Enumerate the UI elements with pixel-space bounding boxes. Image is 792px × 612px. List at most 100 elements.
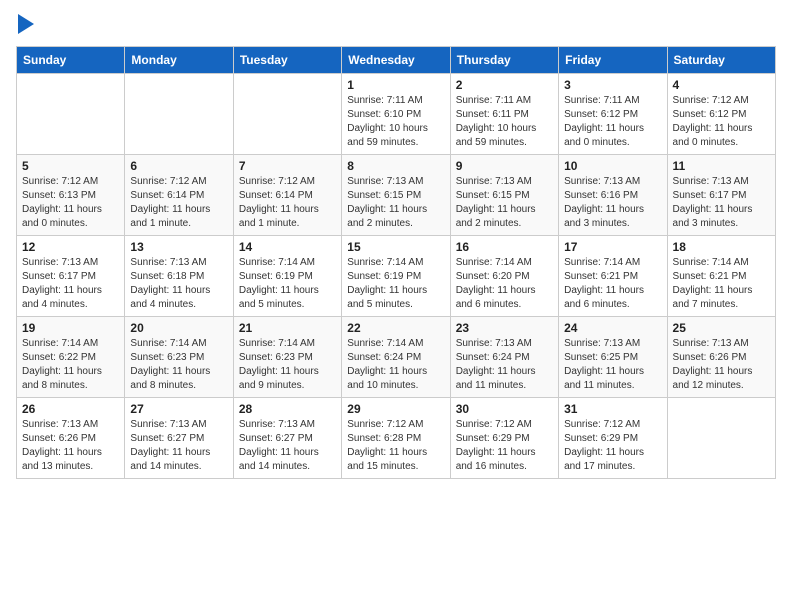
- day-number: 6: [130, 159, 227, 173]
- calendar-day-18: 18 Sunrise: 7:14 AMSunset: 6:21 PMDayligh…: [667, 236, 775, 317]
- calendar-day-21: 21 Sunrise: 7:14 AMSunset: 6:23 PMDayligh…: [233, 317, 341, 398]
- calendar-day-11: 11 Sunrise: 7:13 AMSunset: 6:17 PMDayligh…: [667, 155, 775, 236]
- day-info: Sunrise: 7:13 AMSunset: 6:17 PMDaylight:…: [673, 175, 770, 231]
- day-header-tuesday: Tuesday: [233, 47, 341, 74]
- day-number: 25: [673, 321, 770, 335]
- day-number: 8: [347, 159, 444, 173]
- day-info: Sunrise: 7:13 AMSunset: 6:24 PMDaylight:…: [456, 337, 553, 393]
- day-number: 22: [347, 321, 444, 335]
- day-info: Sunrise: 7:12 AMSunset: 6:29 PMDaylight:…: [564, 418, 661, 474]
- day-info: Sunrise: 7:12 AMSunset: 6:12 PMDaylight:…: [673, 94, 770, 150]
- day-info: Sunrise: 7:13 AMSunset: 6:18 PMDaylight:…: [130, 256, 227, 312]
- day-header-wednesday: Wednesday: [342, 47, 450, 74]
- calendar-day-8: 8 Sunrise: 7:13 AMSunset: 6:15 PMDaylight…: [342, 155, 450, 236]
- day-number: 9: [456, 159, 553, 173]
- day-info: Sunrise: 7:13 AMSunset: 6:15 PMDaylight:…: [456, 175, 553, 231]
- day-info: Sunrise: 7:12 AMSunset: 6:13 PMDaylight:…: [22, 175, 119, 231]
- day-info: Sunrise: 7:14 AMSunset: 6:23 PMDaylight:…: [130, 337, 227, 393]
- calendar-week-row: 1Sunrise: 7:11 AMSunset: 6:10 PMDaylight…: [17, 74, 776, 155]
- calendar-day-24: 24 Sunrise: 7:13 AMSunset: 6:25 PMDayligh…: [559, 317, 667, 398]
- calendar-day-22: 22Sunrise: 7:14 AMSunset: 6:24 PMDayligh…: [342, 317, 450, 398]
- day-number: 7: [239, 159, 336, 173]
- calendar-day-9: 9 Sunrise: 7:13 AMSunset: 6:15 PMDaylight…: [450, 155, 558, 236]
- day-info: Sunrise: 7:13 AMSunset: 6:16 PMDaylight:…: [564, 175, 661, 231]
- empty-cell: [17, 74, 125, 155]
- calendar-day-20: 20Sunrise: 7:14 AMSunset: 6:23 PMDayligh…: [125, 317, 233, 398]
- calendar-day-5: 5 Sunrise: 7:12 AMSunset: 6:13 PMDaylight…: [17, 155, 125, 236]
- day-info: Sunrise: 7:14 AMSunset: 6:19 PMDaylight:…: [239, 256, 336, 312]
- calendar-day-26: 26Sunrise: 7:13 AMSunset: 6:26 PMDayligh…: [17, 398, 125, 479]
- calendar-day-13: 13 Sunrise: 7:13 AMSunset: 6:18 PMDayligh…: [125, 236, 233, 317]
- empty-cell: [667, 398, 775, 479]
- calendar-day-17: 17 Sunrise: 7:14 AMSunset: 6:21 PMDayligh…: [559, 236, 667, 317]
- logo: [16, 16, 34, 34]
- day-info: Sunrise: 7:13 AMSunset: 6:27 PMDaylight:…: [239, 418, 336, 474]
- day-info: Sunrise: 7:11 AMSunset: 6:11 PMDaylight:…: [456, 94, 553, 150]
- day-number: 17: [564, 240, 661, 254]
- day-number: 11: [673, 159, 770, 173]
- day-number: 14: [239, 240, 336, 254]
- empty-cell: [233, 74, 341, 155]
- day-number: 3: [564, 78, 661, 92]
- empty-cell: [125, 74, 233, 155]
- day-number: 24: [564, 321, 661, 335]
- day-header-friday: Friday: [559, 47, 667, 74]
- calendar-day-23: 23Sunrise: 7:13 AMSunset: 6:24 PMDayligh…: [450, 317, 558, 398]
- day-number: 30: [456, 402, 553, 416]
- calendar-day-6: 6 Sunrise: 7:12 AMSunset: 6:14 PMDaylight…: [125, 155, 233, 236]
- calendar-week-row: 19 Sunrise: 7:14 AMSunset: 6:22 PMDayligh…: [17, 317, 776, 398]
- day-info: Sunrise: 7:14 AMSunset: 6:23 PMDaylight:…: [239, 337, 336, 393]
- calendar-day-10: 10Sunrise: 7:13 AMSunset: 6:16 PMDayligh…: [559, 155, 667, 236]
- calendar-week-row: 5 Sunrise: 7:12 AMSunset: 6:13 PMDaylight…: [17, 155, 776, 236]
- calendar-day-15: 15 Sunrise: 7:14 AMSunset: 6:19 PMDayligh…: [342, 236, 450, 317]
- day-number: 21: [239, 321, 336, 335]
- day-number: 2: [456, 78, 553, 92]
- day-info: Sunrise: 7:14 AMSunset: 6:22 PMDaylight:…: [22, 337, 119, 393]
- day-header-thursday: Thursday: [450, 47, 558, 74]
- day-header-saturday: Saturday: [667, 47, 775, 74]
- calendar-day-28: 28 Sunrise: 7:13 AMSunset: 6:27 PMDayligh…: [233, 398, 341, 479]
- calendar-day-1: 1Sunrise: 7:11 AMSunset: 6:10 PMDaylight…: [342, 74, 450, 155]
- calendar-day-16: 16 Sunrise: 7:14 AMSunset: 6:20 PMDayligh…: [450, 236, 558, 317]
- day-info: Sunrise: 7:13 AMSunset: 6:17 PMDaylight:…: [22, 256, 119, 312]
- calendar-table: SundayMondayTuesdayWednesdayThursdayFrid…: [16, 46, 776, 479]
- calendar-week-row: 12Sunrise: 7:13 AMSunset: 6:17 PMDayligh…: [17, 236, 776, 317]
- calendar-day-19: 19 Sunrise: 7:14 AMSunset: 6:22 PMDayligh…: [17, 317, 125, 398]
- calendar-day-2: 2 Sunrise: 7:11 AMSunset: 6:11 PMDaylight…: [450, 74, 558, 155]
- day-number: 31: [564, 402, 661, 416]
- day-info: Sunrise: 7:14 AMSunset: 6:21 PMDaylight:…: [564, 256, 661, 312]
- calendar-day-4: 4Sunrise: 7:12 AMSunset: 6:12 PMDaylight…: [667, 74, 775, 155]
- day-info: Sunrise: 7:14 AMSunset: 6:20 PMDaylight:…: [456, 256, 553, 312]
- calendar-day-7: 7 Sunrise: 7:12 AMSunset: 6:14 PMDaylight…: [233, 155, 341, 236]
- day-number: 18: [673, 240, 770, 254]
- day-info: Sunrise: 7:13 AMSunset: 6:15 PMDaylight:…: [347, 175, 444, 231]
- calendar-week-row: 26Sunrise: 7:13 AMSunset: 6:26 PMDayligh…: [17, 398, 776, 479]
- day-number: 27: [130, 402, 227, 416]
- calendar-day-27: 27 Sunrise: 7:13 AMSunset: 6:27 PMDayligh…: [125, 398, 233, 479]
- day-number: 29: [347, 402, 444, 416]
- logo-arrow-icon: [18, 14, 34, 34]
- day-number: 13: [130, 240, 227, 254]
- day-info: Sunrise: 7:12 AMSunset: 6:28 PMDaylight:…: [347, 418, 444, 474]
- day-number: 15: [347, 240, 444, 254]
- day-info: Sunrise: 7:11 AMSunset: 6:12 PMDaylight:…: [564, 94, 661, 150]
- day-info: Sunrise: 7:12 AMSunset: 6:14 PMDaylight:…: [239, 175, 336, 231]
- day-info: Sunrise: 7:14 AMSunset: 6:21 PMDaylight:…: [673, 256, 770, 312]
- calendar-day-29: 29 Sunrise: 7:12 AMSunset: 6:28 PMDayligh…: [342, 398, 450, 479]
- day-info: Sunrise: 7:13 AMSunset: 6:26 PMDaylight:…: [22, 418, 119, 474]
- day-info: Sunrise: 7:12 AMSunset: 6:29 PMDaylight:…: [456, 418, 553, 474]
- page-header: [16, 16, 776, 34]
- day-number: 1: [347, 78, 444, 92]
- day-info: Sunrise: 7:12 AMSunset: 6:14 PMDaylight:…: [130, 175, 227, 231]
- day-info: Sunrise: 7:13 AMSunset: 6:27 PMDaylight:…: [130, 418, 227, 474]
- day-number: 5: [22, 159, 119, 173]
- calendar-day-14: 14 Sunrise: 7:14 AMSunset: 6:19 PMDayligh…: [233, 236, 341, 317]
- calendar-header-row: SundayMondayTuesdayWednesdayThursdayFrid…: [17, 47, 776, 74]
- day-number: 19: [22, 321, 119, 335]
- calendar-day-3: 3 Sunrise: 7:11 AMSunset: 6:12 PMDaylight…: [559, 74, 667, 155]
- day-number: 16: [456, 240, 553, 254]
- day-info: Sunrise: 7:14 AMSunset: 6:19 PMDaylight:…: [347, 256, 444, 312]
- calendar-day-25: 25Sunrise: 7:13 AMSunset: 6:26 PMDayligh…: [667, 317, 775, 398]
- day-info: Sunrise: 7:13 AMSunset: 6:25 PMDaylight:…: [564, 337, 661, 393]
- day-number: 28: [239, 402, 336, 416]
